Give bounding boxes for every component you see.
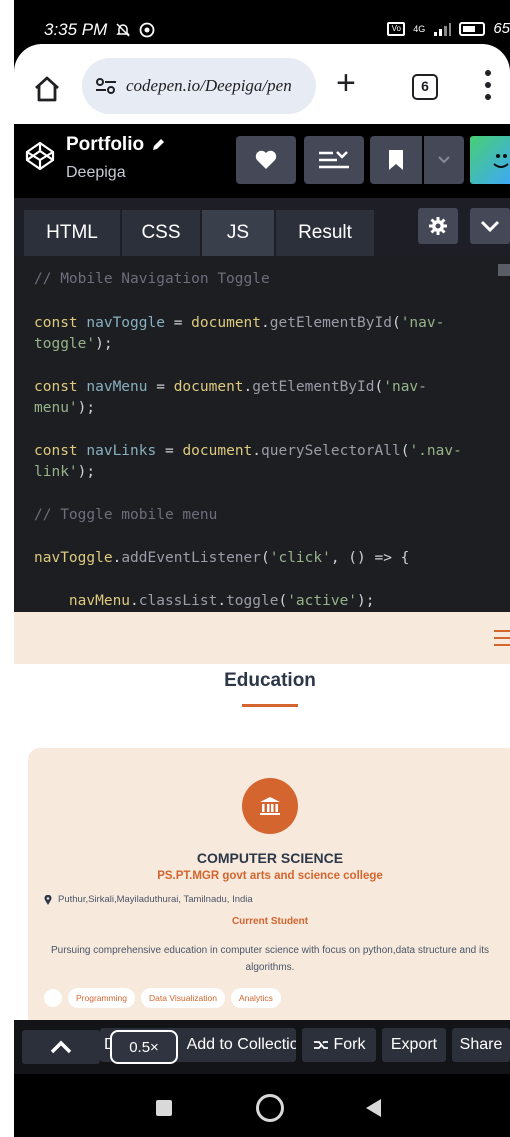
gear-icon [429,217,447,235]
codepen-header: Portfolio Deepiga [14,124,510,198]
location-text: Puthur,Sirkali,Mayiladuthurai, Tamilnadu… [58,894,253,905]
code-line: // Toggle mobile menu [34,507,218,523]
change-view-button[interactable] [304,136,364,184]
chevron-down-icon [438,156,450,164]
new-tab-button[interactable]: + [336,66,356,100]
code-line: const navLinks = document.querySelectorA… [34,443,462,459]
editor-tab-bar: HTML CSS JS Result [14,198,510,256]
university-icon [242,778,298,834]
heart-icon [255,150,277,169]
code-line: toggle'); [34,336,113,352]
editor-scrollbar[interactable] [498,264,510,276]
status-indicators: Vo 4G 65 [387,20,510,37]
system-navigation-bar [14,1074,510,1137]
location-pin-icon [44,894,52,905]
phone-screen: 3:35 PM Vo 4G 65 codepen.io/Deepiga/pen … [14,0,510,1137]
education-card: COMPUTER SCIENCE PS.PT.MGR govt arts and… [28,748,510,1020]
address-bar[interactable]: codepen.io/Deepiga/pen [82,58,316,114]
url-text: codepen.io/Deepiga/pen [126,76,292,95]
status-time-group: 3:35 PM [44,20,155,40]
like-button[interactable] [236,136,296,184]
tab-css[interactable]: CSS [122,210,200,256]
skill-tag: Analytics [230,988,281,1008]
education-description: Pursuing comprehensive education in comp… [50,945,490,973]
bookmark-icon [389,150,403,170]
layout-icon [319,151,349,169]
preview-navbar [14,612,510,664]
share-button[interactable]: Share [452,1028,510,1062]
code-line: navToggle.addEventListener('click', () =… [34,550,410,566]
battery-level: 65 [493,20,510,37]
smiley-icon [493,154,509,168]
skill-tags: Programming Data Visualization Analytics [44,988,281,1008]
code-line: const navToggle = document.getElementByI… [34,315,445,331]
app-notification-icon [139,22,155,38]
battery-icon [459,21,486,36]
network-type: 4G [413,23,426,34]
console-toggle-button[interactable] [22,1030,100,1064]
zoom-level[interactable]: 0.5× [110,1030,178,1064]
tab-result[interactable]: Result [276,210,374,256]
pen-author[interactable]: Deepiga [66,164,126,182]
pen-title: Portfolio [66,134,145,155]
fork-icon [313,1041,328,1049]
home-button[interactable] [256,1094,284,1122]
status-time: 3:35 PM [44,20,108,39]
bell-off-icon [116,23,131,37]
location-row: Puthur,Sirkali,Mayiladuthurai, Tamilnadu… [44,894,253,905]
pen-title-group: Portfolio [66,134,166,156]
code-line: menu'); [34,400,96,416]
home-icon[interactable] [32,74,62,104]
bookmark-options-button[interactable] [424,136,464,184]
code-line: link'); [34,464,96,480]
edit-pencil-icon[interactable] [150,137,166,153]
hamburger-menu-icon[interactable] [494,630,510,646]
chevron-up-icon [50,1040,72,1054]
code-line: // Mobile Navigation Toggle [34,271,270,287]
volte-icon: Vo [387,21,406,36]
code-line: navMenu.classList.toggle('active'); [68,593,375,609]
code-editor[interactable]: // Mobile Navigation Toggle const navTog… [14,256,510,612]
code-line: const navMenu = document.getElementById(… [34,379,427,395]
fork-label: Fork [333,1036,366,1053]
site-settings-icon[interactable] [94,77,118,95]
study-status: Current Student [231,916,309,927]
codepen-footer: D Add to Collection 0.5× Fork Export Sha… [14,1020,510,1074]
fork-button[interactable]: Fork [302,1028,376,1062]
recent-apps-button[interactable] [156,1100,172,1116]
export-button[interactable]: Export [382,1028,446,1062]
user-avatar[interactable] [470,136,510,184]
tab-switcher-button[interactable]: 6 [412,74,438,100]
bookmark-button[interactable] [370,136,422,184]
status-bar: 3:35 PM Vo 4G 65 [14,0,510,50]
degree-title: COMPUTER SCIENCE [196,850,344,866]
section-title: Education [224,670,316,691]
section-title-underline [242,704,298,707]
skill-tag: Data Visualization [141,988,225,1008]
back-button[interactable] [366,1099,381,1117]
result-preview[interactable]: Education COMPUTER SCIENCE PS.PT.MGR gov… [14,612,510,1020]
signal-icon [434,22,452,36]
college-name: PS.PT.MGR govt arts and science college [157,870,383,882]
chevron-down-icon [480,220,500,233]
more-menu-icon[interactable] [484,70,492,100]
browser-toolbar: codepen.io/Deepiga/pen + 6 [14,44,510,124]
tab-js[interactable]: JS [202,210,274,256]
codepen-logo-icon[interactable] [24,140,56,172]
tag-placeholder [44,989,62,1007]
skill-tag: Programming [68,988,136,1008]
add-to-collection-label: Add to Collection [186,1036,296,1053]
editor-collapse-button[interactable] [470,208,510,244]
tab-html[interactable]: HTML [24,210,120,256]
editor-settings-button[interactable] [418,208,458,244]
